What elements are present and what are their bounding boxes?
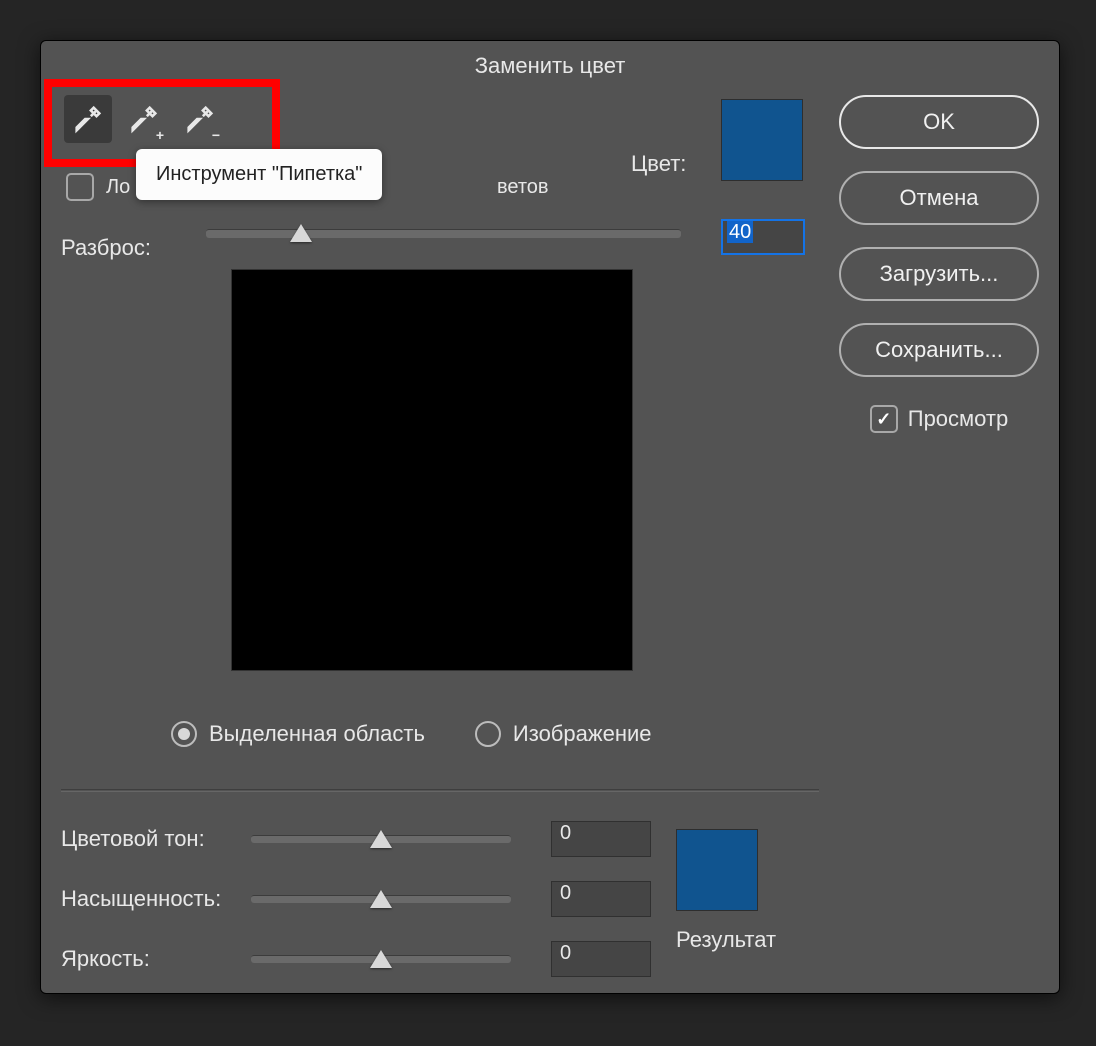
minus-badge: − bbox=[212, 127, 220, 143]
eyedropper-tool[interactable] bbox=[64, 95, 112, 143]
save-button[interactable]: Сохранить... bbox=[839, 323, 1039, 377]
radio-label: Изображение bbox=[513, 721, 652, 747]
fuzziness-slider-thumb[interactable] bbox=[290, 224, 312, 242]
fuzziness-input[interactable]: 40 bbox=[721, 219, 805, 255]
load-button[interactable]: Загрузить... bbox=[839, 247, 1039, 301]
lightness-row: Яркость: 0 bbox=[61, 941, 651, 977]
eyedropper-add-tool[interactable]: + bbox=[120, 95, 168, 143]
selection-preview bbox=[231, 269, 633, 671]
preview-checkbox-label: Просмотр bbox=[908, 406, 1008, 432]
lightness-slider[interactable] bbox=[251, 955, 511, 963]
preview-mode-selection[interactable]: Выделенная область bbox=[171, 721, 425, 747]
saturation-slider-thumb[interactable] bbox=[370, 890, 392, 908]
cancel-button[interactable]: Отмена bbox=[839, 171, 1039, 225]
radio-icon bbox=[171, 721, 197, 747]
dialog-sidebar: OK Отмена Загрузить... Сохранить... Прос… bbox=[839, 95, 1039, 433]
preview-checkbox-row: Просмотр bbox=[839, 405, 1039, 433]
lightness-label: Яркость: bbox=[61, 946, 251, 972]
source-color-label: Цвет: bbox=[631, 151, 686, 177]
lightness-input[interactable]: 0 bbox=[551, 941, 651, 977]
result-label: Результат bbox=[676, 927, 776, 953]
replace-color-dialog: Заменить цвет + − Инструмент bbox=[40, 40, 1060, 994]
divider bbox=[61, 789, 819, 792]
hue-slider-thumb[interactable] bbox=[370, 830, 392, 848]
result-color-swatch[interactable] bbox=[676, 829, 758, 911]
radio-icon bbox=[475, 721, 501, 747]
hue-slider[interactable] bbox=[251, 835, 511, 843]
eyedropper-tooltip: Инструмент "Пипетка" bbox=[136, 149, 382, 200]
hue-row: Цветовой тон: 0 bbox=[61, 821, 651, 857]
preview-mode-radios: Выделенная область Изображение bbox=[171, 721, 652, 747]
dialog-title: Заменить цвет bbox=[41, 41, 1059, 89]
fuzziness-slider[interactable] bbox=[206, 229, 681, 238]
source-color-swatch[interactable] bbox=[721, 99, 803, 181]
plus-badge: + bbox=[156, 127, 164, 143]
eyedropper-subtract-tool[interactable]: − bbox=[176, 95, 224, 143]
preview-checkbox[interactable] bbox=[870, 405, 898, 433]
eyedropper-tool-group: + − bbox=[56, 89, 232, 149]
saturation-input[interactable]: 0 bbox=[551, 881, 651, 917]
eyedropper-icon bbox=[71, 102, 105, 136]
lightness-slider-thumb[interactable] bbox=[370, 950, 392, 968]
saturation-label: Насыщенность: bbox=[61, 886, 251, 912]
fuzziness-label: Разброс: bbox=[61, 235, 151, 261]
preview-mode-image[interactable]: Изображение bbox=[475, 721, 652, 747]
ok-button[interactable]: OK bbox=[839, 95, 1039, 149]
saturation-slider[interactable] bbox=[251, 895, 511, 903]
saturation-row: Насыщенность: 0 bbox=[61, 881, 651, 917]
localized-clusters-checkbox[interactable] bbox=[66, 173, 94, 201]
radio-label: Выделенная область bbox=[209, 721, 425, 747]
dialog-content: + − Инструмент "Пипетка" Ло ветов Цвет bbox=[41, 89, 1059, 99]
hue-input[interactable]: 0 bbox=[551, 821, 651, 857]
hue-label: Цветовой тон: bbox=[61, 826, 251, 852]
